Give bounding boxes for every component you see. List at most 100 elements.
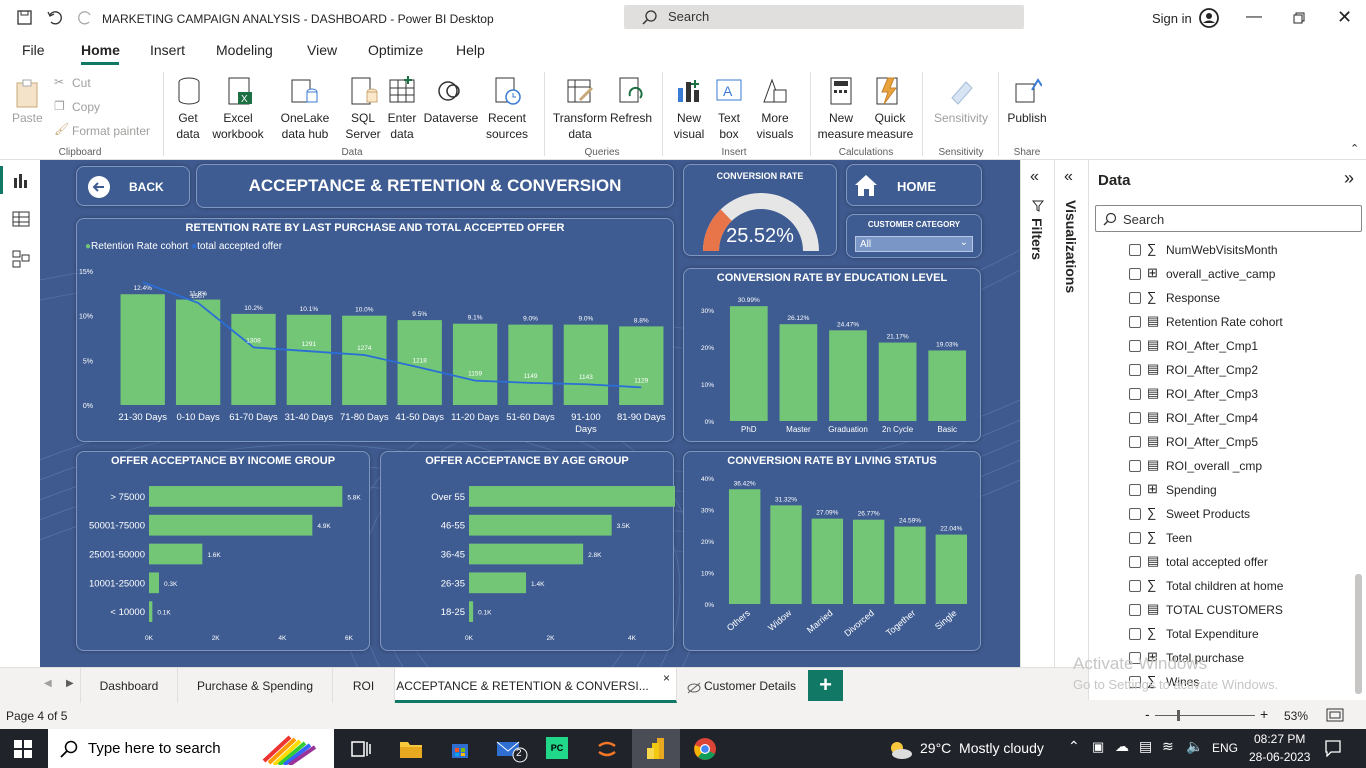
retention-bar[interactable] [563,324,609,405]
field-checkbox[interactable] [1129,316,1141,328]
search-box[interactable]: Search [624,5,1024,29]
retention-bar[interactable] [231,313,276,405]
sign-in-link[interactable]: Sign in [1152,11,1192,26]
tab-customer-details[interactable]: Customer Details [700,668,800,703]
field-item[interactable]: ROI_After_Cmp2 [1166,363,1258,377]
field-checkbox[interactable] [1129,532,1141,544]
category-bar[interactable] [149,572,159,594]
report-view-icon[interactable] [12,172,30,190]
tab-purchase-spending[interactable]: Purchase & Spending [178,668,333,703]
category-bar[interactable] [469,486,675,507]
zoom-out-button[interactable]: - [1145,706,1150,722]
category-bar[interactable] [469,572,527,594]
field-item[interactable]: ROI_After_Cmp4 [1166,411,1258,425]
close-tab-icon[interactable]: × [663,671,670,685]
account-icon[interactable] [1198,7,1220,29]
category-bar[interactable] [770,505,802,604]
field-checkbox[interactable] [1129,388,1141,400]
home-button[interactable]: HOME [846,164,982,206]
category-bar[interactable] [852,519,885,604]
category-bar[interactable] [928,350,967,421]
text-box-button[interactable]: Text box [712,110,746,142]
field-item[interactable]: ROI_After_Cmp1 [1166,339,1258,353]
dataverse-button[interactable]: Dataverse [423,110,479,126]
field-item[interactable]: Total Expenditure [1166,627,1259,641]
network-icon[interactable]: ▤ [1139,738,1152,755]
field-checkbox[interactable] [1129,484,1141,496]
field-item[interactable]: total accepted offer [1166,555,1268,569]
category-bar[interactable] [935,534,968,604]
category-bar[interactable] [149,543,203,565]
copy-button[interactable]: Copy [72,99,100,115]
wifi-icon[interactable]: ≋ [1162,738,1174,755]
field-checkbox[interactable] [1129,508,1141,520]
category-bar[interactable] [149,514,313,536]
menu-view[interactable]: View [307,42,337,58]
field-item[interactable]: Retention Rate cohort [1166,315,1283,329]
field-checkbox[interactable] [1129,292,1141,304]
model-view-icon[interactable] [12,250,30,268]
onelake-button[interactable]: OneLake data hub [268,110,342,142]
category-bar[interactable] [894,526,926,604]
field-item[interactable]: Total children at home [1166,579,1283,593]
field-item[interactable]: Spending [1166,483,1217,497]
field-item[interactable]: TOTAL CUSTOMERS [1166,603,1283,617]
retention-bar[interactable] [120,294,165,405]
more-visuals-button[interactable]: More visuals [748,110,802,142]
expand-filters-icon[interactable]: « [1030,168,1039,186]
field-checkbox[interactable] [1129,268,1141,280]
customer-category-dropdown[interactable]: All ⌄ [855,236,973,252]
retention-bar[interactable] [619,326,664,405]
meet-now-icon[interactable]: ▣ [1092,739,1104,755]
filters-pane[interactable]: « Filters [1020,160,1054,667]
data-search-input[interactable]: Search [1095,205,1362,232]
category-bar[interactable] [469,543,584,565]
field-checkbox[interactable] [1129,436,1141,448]
field-item[interactable]: ROI_After_Cmp3 [1166,387,1258,401]
field-item[interactable]: Teen [1166,531,1192,545]
collapse-data-pane-icon[interactable]: » [1344,168,1354,189]
field-checkbox[interactable] [1129,364,1141,376]
volume-icon[interactable]: 🔈 [1186,738,1203,755]
retention-bar[interactable] [508,324,553,405]
get-data-button[interactable]: Get data [168,110,208,142]
sensitivity-button[interactable]: Sensitivity [932,110,990,126]
save-icon[interactable] [16,9,34,27]
new-visual-button[interactable]: New visual [668,110,710,142]
show-hidden-icons-icon[interactable]: ⌃ [1068,738,1080,755]
tab-acceptance-retention[interactable]: ACCEPTANCE & RETENTION & CONVERSI... [395,668,677,703]
clock-time[interactable]: 08:27 PM [1254,732,1305,746]
menu-modeling[interactable]: Modeling [216,42,273,58]
field-checkbox[interactable] [1129,340,1141,352]
redo-icon[interactable] [76,9,94,27]
field-item[interactable]: NumWebVisitsMonth [1166,243,1278,257]
pycharm-icon[interactable]: PC [546,737,568,759]
field-checkbox[interactable] [1129,460,1141,472]
tab-dashboard[interactable]: Dashboard [80,668,178,703]
field-checkbox[interactable] [1129,244,1141,256]
onedrive-icon[interactable]: ☁ [1115,738,1129,755]
category-bar[interactable] [779,324,818,421]
category-bar[interactable] [149,601,153,622]
microsoft-store-icon[interactable] [448,737,472,761]
file-explorer-icon[interactable] [399,738,423,760]
zoom-slider-thumb[interactable] [1177,710,1180,721]
collapse-ribbon-icon[interactable]: ⌃ [1350,142,1359,155]
field-checkbox[interactable] [1129,628,1141,640]
table-view-icon[interactable] [12,210,30,228]
excel-workbook-button[interactable]: Excel workbook [208,110,268,142]
scroll-tabs-right-icon[interactable]: ▶ [66,678,74,689]
new-measure-button[interactable]: New measure [816,110,866,142]
restore-icon[interactable] [1293,12,1306,25]
notifications-icon[interactable] [1324,739,1342,757]
field-checkbox[interactable] [1129,556,1141,568]
transform-data-button[interactable]: Transform data [552,110,608,142]
cut-button[interactable]: Cut [72,75,91,91]
mail-icon[interactable] [496,738,528,764]
category-bar[interactable] [811,518,844,604]
data-pane-scrollbar[interactable] [1355,574,1362,694]
zoom-slider[interactable] [1155,715,1255,716]
sql-server-button[interactable]: SQL Server [343,110,383,142]
field-item[interactable]: Sweet Products [1166,507,1250,521]
minimize-icon[interactable]: — [1246,8,1262,26]
